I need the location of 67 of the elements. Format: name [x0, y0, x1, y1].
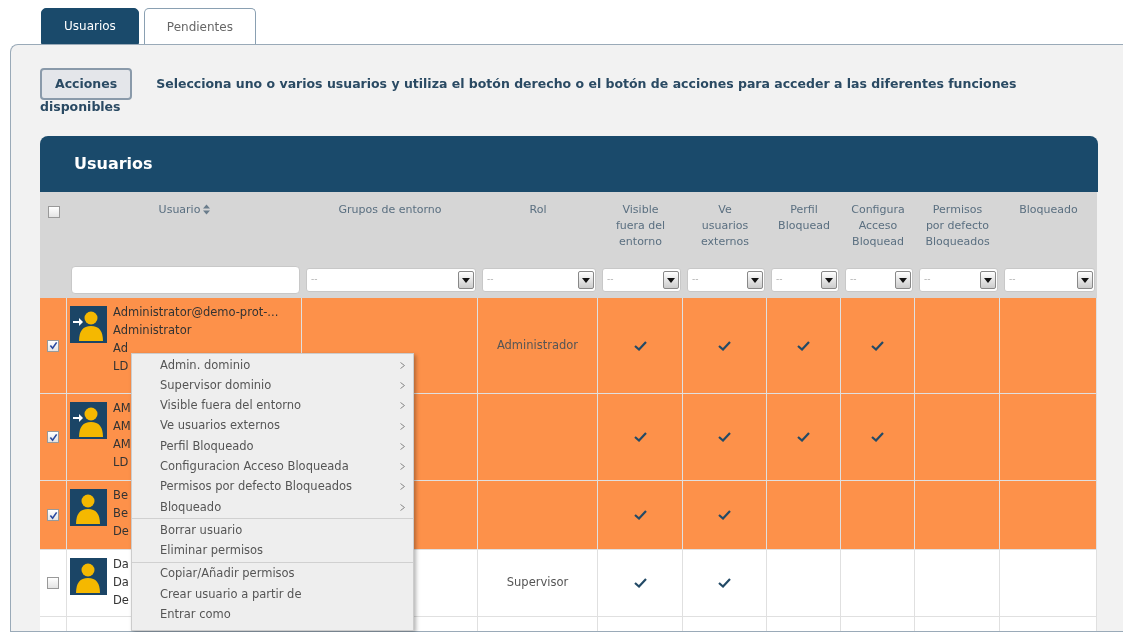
table-title: Usuarios	[74, 153, 153, 175]
tab[interactable]: Usuarios	[41, 8, 139, 44]
checkbox[interactable]	[47, 339, 59, 352]
user-detail-text: Be	[113, 487, 128, 504]
checkbox[interactable]	[47, 431, 59, 443]
caret-icon[interactable]	[821, 271, 837, 289]
filter-dropdown[interactable]: --	[919, 268, 998, 292]
user-detail-text: AM	[113, 400, 131, 417]
user-detail-text: Ad	[113, 340, 128, 357]
role-text: Supervisor	[506, 574, 569, 592]
instruction-text: disponibles	[40, 98, 121, 116]
role-text: Administrador	[496, 336, 579, 354]
user-detail-text: Administrator@demo-prot-...	[113, 304, 279, 321]
filter-field[interactable]	[71, 266, 300, 294]
sort-icon[interactable]	[203, 204, 211, 215]
column-header[interactable]: Perfil Bloquead	[778, 202, 830, 234]
caret-icon[interactable]	[578, 271, 594, 289]
menu-item[interactable]: Admin. dominio	[132, 355, 413, 376]
caret-icon[interactable]	[895, 271, 911, 289]
menu-item[interactable]: Entrar como	[132, 604, 413, 625]
filter-dropdown[interactable]: --	[1004, 268, 1095, 292]
menu-item[interactable]: Ve usuarios externos	[132, 415, 413, 437]
menu-item[interactable]: Borrar usuario	[132, 520, 413, 541]
user-detail-text: De	[113, 523, 129, 540]
checkbox[interactable]	[47, 577, 59, 589]
user-detail-text: De	[113, 592, 129, 609]
column-header[interactable]: Ve usuarios externos	[701, 202, 749, 250]
menu-item[interactable]: Visible fuera del entorno	[132, 395, 413, 416]
column-header[interactable]: Configura Acceso Bloquead	[851, 202, 905, 250]
instruction-text: Selecciona uno o varios usuarios y utiliza el botón derecho o el botón de acciones para acceder a las diferentes funciones	[156, 74, 1017, 93]
menu-item[interactable]: Crear usuario a partir de	[132, 584, 413, 605]
user-detail-text: Be	[113, 505, 128, 522]
column-header[interactable]: Bloqueado	[1019, 202, 1078, 218]
checkbox[interactable]	[47, 206, 60, 218]
user-detail-text: LD	[113, 454, 129, 471]
user-detail-text: Da	[113, 574, 129, 591]
filter-dropdown[interactable]: --	[306, 268, 476, 292]
column-header[interactable]: Permisos por defecto Bloqueados	[925, 202, 990, 250]
caret-icon[interactable]	[663, 271, 679, 289]
caret-icon[interactable]	[747, 271, 763, 289]
actions-button[interactable]: Acciones	[40, 68, 133, 100]
filter-dropdown[interactable]: --	[482, 268, 596, 292]
user-detail-text: Administrator	[113, 322, 192, 339]
user-detail-text: LD	[113, 358, 129, 375]
column-header[interactable]: Usuario	[158, 202, 211, 218]
user-detail-text: AM	[113, 418, 131, 435]
caret-icon[interactable]	[1077, 271, 1093, 289]
menu-item[interactable]: Configuracion Acceso Bloqueada	[132, 456, 413, 477]
caret-icon[interactable]	[458, 271, 474, 289]
menu-item[interactable]: Permisos por defecto Bloqueados	[132, 476, 413, 498]
user-detail-text: Da	[113, 556, 129, 573]
user-detail-text: AM	[113, 436, 131, 453]
tab[interactable]: Pendientes	[143, 8, 256, 44]
menu-item[interactable]: Perfil Bloqueado	[132, 436, 413, 457]
column-header[interactable]: Rol	[529, 202, 547, 218]
checkbox[interactable]	[47, 509, 59, 521]
menu-item[interactable]: Eliminar permisos	[132, 540, 413, 561]
filter-dropdown[interactable]: --	[845, 268, 913, 292]
menu-item[interactable]: Bloqueado	[132, 497, 413, 518]
caret-icon[interactable]	[980, 271, 996, 289]
column-header[interactable]: Grupos de entorno	[338, 202, 442, 218]
filter-dropdown[interactable]: --	[687, 268, 765, 292]
menu-item[interactable]: Copiar/Añadir permisos	[132, 563, 413, 585]
filter-dropdown[interactable]: --	[771, 268, 839, 292]
menu-item[interactable]: Supervisor dominio	[132, 375, 413, 396]
filter-dropdown[interactable]: --	[602, 268, 681, 292]
column-header[interactable]: Visible fuera del entorno	[615, 202, 666, 250]
